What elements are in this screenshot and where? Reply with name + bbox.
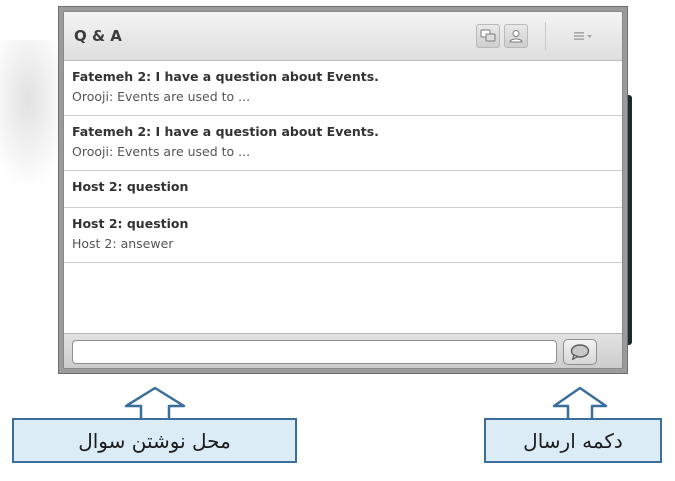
panel-menu-button[interactable] <box>569 28 599 44</box>
header-separator <box>545 22 546 50</box>
question-text: Host 2: question <box>72 216 189 231</box>
questions-view-icon <box>480 29 496 42</box>
answer-text: Host 2: ansewer <box>72 236 174 251</box>
question-input[interactable] <box>72 340 557 364</box>
input-callout-arrow-icon <box>124 386 186 422</box>
input-callout-text: محل نوشتن سوال <box>78 428 231 453</box>
question-text: Fatemeh 2: I have a question about Event… <box>72 69 379 84</box>
answer-text: Orooji: Events are used to ... <box>72 89 251 104</box>
list-item[interactable]: Host 2: question <box>64 171 622 208</box>
user-view-button[interactable] <box>504 24 528 48</box>
qa-pod: Q & A Fatemeh 2: I have a question about… <box>58 6 628 374</box>
send-callout-label: دکمه ارسال <box>484 418 662 463</box>
question-text: Fatemeh 2: I have a question about Event… <box>72 124 379 139</box>
questions-view-button[interactable] <box>476 24 500 48</box>
send-button[interactable] <box>563 339 597 365</box>
list-item[interactable]: Fatemeh 2: I have a question about Event… <box>64 61 622 116</box>
send-callout-text: دکمه ارسال <box>523 428 623 453</box>
panel-menu-icon <box>574 32 592 40</box>
qa-pod-body: Q & A Fatemeh 2: I have a question about… <box>63 11 623 369</box>
input-callout-label: محل نوشتن سوال <box>12 418 297 463</box>
qa-message-list[interactable]: Fatemeh 2: I have a question about Event… <box>64 61 622 263</box>
qa-header: Q & A <box>64 12 622 61</box>
list-item[interactable]: Fatemeh 2: I have a question about Event… <box>64 116 622 171</box>
send-callout-arrow-icon <box>552 386 608 422</box>
user-view-icon <box>509 30 523 43</box>
question-text: Host 2: question <box>72 179 189 194</box>
qa-compose-bar <box>64 333 622 368</box>
answer-text: Orooji: Events are used to ... <box>72 144 251 159</box>
speech-bubble-icon <box>570 344 590 361</box>
list-item[interactable]: Host 2: question Host 2: ansewer <box>64 208 622 263</box>
qa-title: Q & A <box>74 27 122 45</box>
